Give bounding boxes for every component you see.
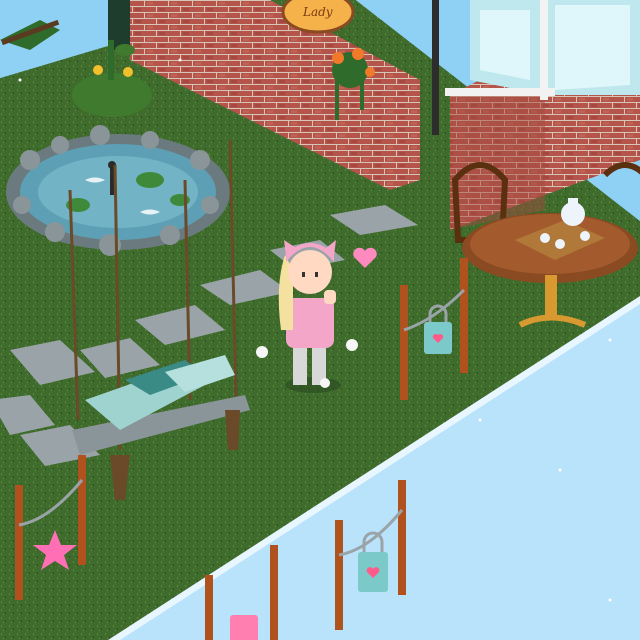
lily-pad xyxy=(136,172,164,188)
cafe-sign-text: Lady xyxy=(302,5,333,19)
lamp-post xyxy=(432,0,439,135)
teapot-icon xyxy=(561,202,585,226)
game-canvas[interactable]: Lady xyxy=(0,0,640,640)
cafe-sign[interactable]: Lady xyxy=(281,0,355,34)
game-scene[interactable]: Lady xyxy=(0,0,640,640)
